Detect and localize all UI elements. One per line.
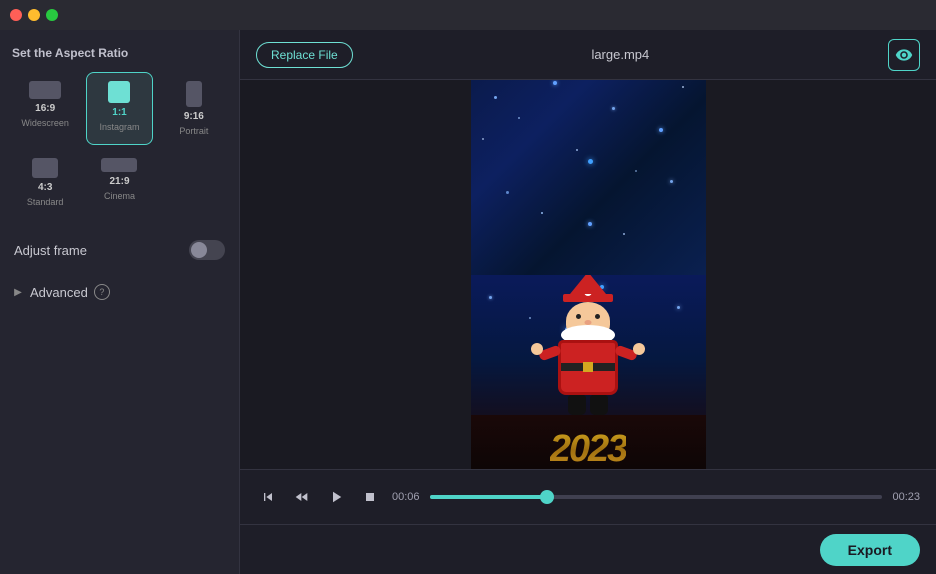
- adjust-frame-label: Adjust frame: [14, 243, 87, 258]
- play-button[interactable]: [324, 485, 348, 509]
- top-bar: Replace File large.mp4: [240, 30, 936, 80]
- video-top-half: [471, 80, 706, 275]
- video-bottom-half: 2023: [471, 275, 706, 470]
- advanced-row[interactable]: ▶ Advanced ?: [12, 284, 227, 300]
- content-area: Replace File large.mp4: [240, 30, 936, 574]
- bottom-bar: Export: [240, 524, 936, 574]
- maximize-button[interactable]: [46, 9, 58, 21]
- minimize-button[interactable]: [28, 9, 40, 21]
- export-button[interactable]: Export: [820, 534, 920, 566]
- aspect-ratio-section: Set the Aspect Ratio 16:9 Widescreen 1:1…: [12, 46, 227, 216]
- time-total: 00:23: [892, 491, 920, 503]
- aspect-icon-11: [108, 81, 130, 103]
- main-container: Set the Aspect Ratio 16:9 Widescreen 1:1…: [0, 30, 936, 574]
- aspect-label-sub-916: Portrait: [179, 126, 208, 136]
- aspect-label-main-11: 1:1: [112, 107, 126, 118]
- video-area: 2023: [240, 80, 936, 469]
- aspect-option-169[interactable]: 16:9 Widescreen: [12, 72, 78, 145]
- aspect-icon-219: [101, 158, 137, 172]
- aspect-label-sub-169: Widescreen: [21, 118, 69, 128]
- aspect-icon-43: [32, 158, 58, 178]
- progress-track[interactable]: [430, 495, 883, 499]
- replace-file-button[interactable]: Replace File: [256, 42, 353, 68]
- aspect-label-sub-43: Standard: [27, 197, 64, 207]
- step-back-icon: [260, 489, 276, 505]
- close-button[interactable]: [10, 9, 22, 21]
- chevron-right-icon: ▶: [12, 286, 24, 298]
- frame-back-icon: [294, 489, 310, 505]
- aspect-grid-row1: 16:9 Widescreen 1:1 Instagram 9:16 Portr…: [12, 72, 227, 145]
- aspect-label-sub-11: Instagram: [99, 122, 139, 132]
- year-text: 2023: [550, 428, 627, 469]
- aspect-label-main-169: 16:9: [35, 103, 55, 114]
- progress-container[interactable]: [430, 487, 883, 507]
- sidebar: Set the Aspect Ratio 16:9 Widescreen 1:1…: [0, 30, 240, 574]
- toggle-knob: [191, 242, 207, 258]
- aspect-option-11[interactable]: 1:1 Instagram: [86, 72, 152, 145]
- eye-button[interactable]: [888, 39, 920, 71]
- traffic-lights: [10, 9, 58, 21]
- step-back-button[interactable]: [256, 485, 280, 509]
- aspect-label-main-43: 4:3: [38, 182, 52, 193]
- aspect-icon-169: [29, 81, 61, 99]
- play-icon: [327, 488, 345, 506]
- aspect-label-sub-219: Cinema: [104, 191, 135, 201]
- stop-button[interactable]: [358, 485, 382, 509]
- frame-back-button[interactable]: [290, 485, 314, 509]
- santa-area: [471, 275, 706, 415]
- progress-fill: [430, 495, 548, 499]
- video-preview: 2023: [471, 80, 706, 469]
- advanced-label: Advanced: [30, 285, 88, 300]
- aspect-label-main-219: 21:9: [109, 176, 129, 187]
- year-area: 2023: [471, 415, 706, 470]
- stop-icon: [362, 489, 378, 505]
- aspect-option-43[interactable]: 4:3 Standard: [12, 149, 78, 216]
- santa-figure: [558, 275, 618, 415]
- adjust-frame-toggle[interactable]: [189, 240, 225, 260]
- aspect-grid-row2: 4:3 Standard 21:9 Cinema: [12, 149, 227, 216]
- aspect-option-219[interactable]: 21:9 Cinema: [86, 149, 152, 216]
- aspect-icon-916: [186, 81, 202, 107]
- eye-icon: [895, 46, 913, 64]
- aspect-option-916[interactable]: 9:16 Portrait: [161, 72, 227, 145]
- file-name: large.mp4: [591, 47, 649, 62]
- title-bar: [0, 0, 936, 30]
- aspect-label-main-916: 9:16: [184, 111, 204, 122]
- section-title: Set the Aspect Ratio: [12, 46, 227, 60]
- controls-bar: 00:06 00:23: [240, 469, 936, 524]
- time-current: 00:06: [392, 491, 420, 503]
- star-field-top: [471, 80, 706, 275]
- progress-thumb[interactable]: [540, 490, 554, 504]
- adjust-frame-row: Adjust frame: [12, 236, 227, 264]
- help-icon[interactable]: ?: [94, 284, 110, 300]
